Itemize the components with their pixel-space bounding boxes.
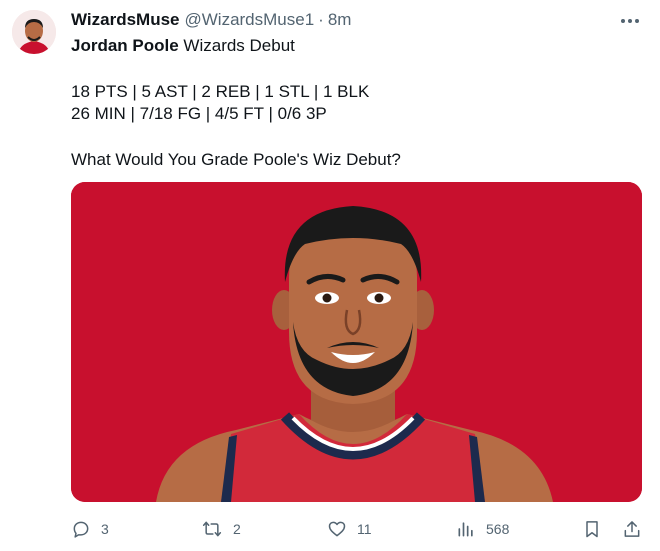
like-count: 11 xyxy=(357,521,372,537)
reply-button[interactable]: 3 xyxy=(71,516,109,542)
stats-line-1: 18 PTS | 5 AST | 2 REB | 1 STL | 1 BLK xyxy=(71,82,370,101)
user-handle[interactable]: @WizardsMuse1 xyxy=(184,10,314,30)
tweet-image[interactable] xyxy=(71,182,642,502)
like-icon xyxy=(328,521,346,537)
like-button[interactable]: 11 xyxy=(327,516,372,542)
retweet-count: 2 xyxy=(233,521,241,537)
views-count: 568 xyxy=(486,521,510,537)
tweet-question: What Would You Grade Poole's Wiz Debut? xyxy=(71,150,401,169)
action-bar: 3 2 11 568 xyxy=(71,516,648,542)
bookmark-icon xyxy=(586,521,598,538)
tweet-title: Jordan Poole Wizards Debut xyxy=(71,35,295,56)
share-button[interactable] xyxy=(622,516,642,542)
title-rest: Wizards Debut xyxy=(178,36,295,55)
retweet-icon xyxy=(202,521,222,537)
stats-line-2: 26 MIN | 7/18 FG | 4/5 FT | 0/6 3P xyxy=(71,104,327,123)
retweet-button[interactable]: 2 xyxy=(201,516,241,542)
reply-count: 3 xyxy=(101,521,109,537)
more-icon[interactable] xyxy=(618,12,642,30)
avatar[interactable] xyxy=(12,10,56,54)
views-icon xyxy=(458,522,473,537)
bookmark-button[interactable] xyxy=(582,516,602,542)
reply-icon xyxy=(73,521,89,538)
timestamp[interactable]: 8m xyxy=(328,10,352,30)
tweet-header: WizardsMuse @WizardsMuse1 · 8m xyxy=(71,10,351,32)
title-player-name: Jordan Poole xyxy=(71,36,179,55)
share-icon xyxy=(624,521,640,537)
separator-dot: · xyxy=(318,10,324,29)
views-button[interactable]: 568 xyxy=(456,516,509,542)
display-name[interactable]: WizardsMuse xyxy=(71,10,179,30)
